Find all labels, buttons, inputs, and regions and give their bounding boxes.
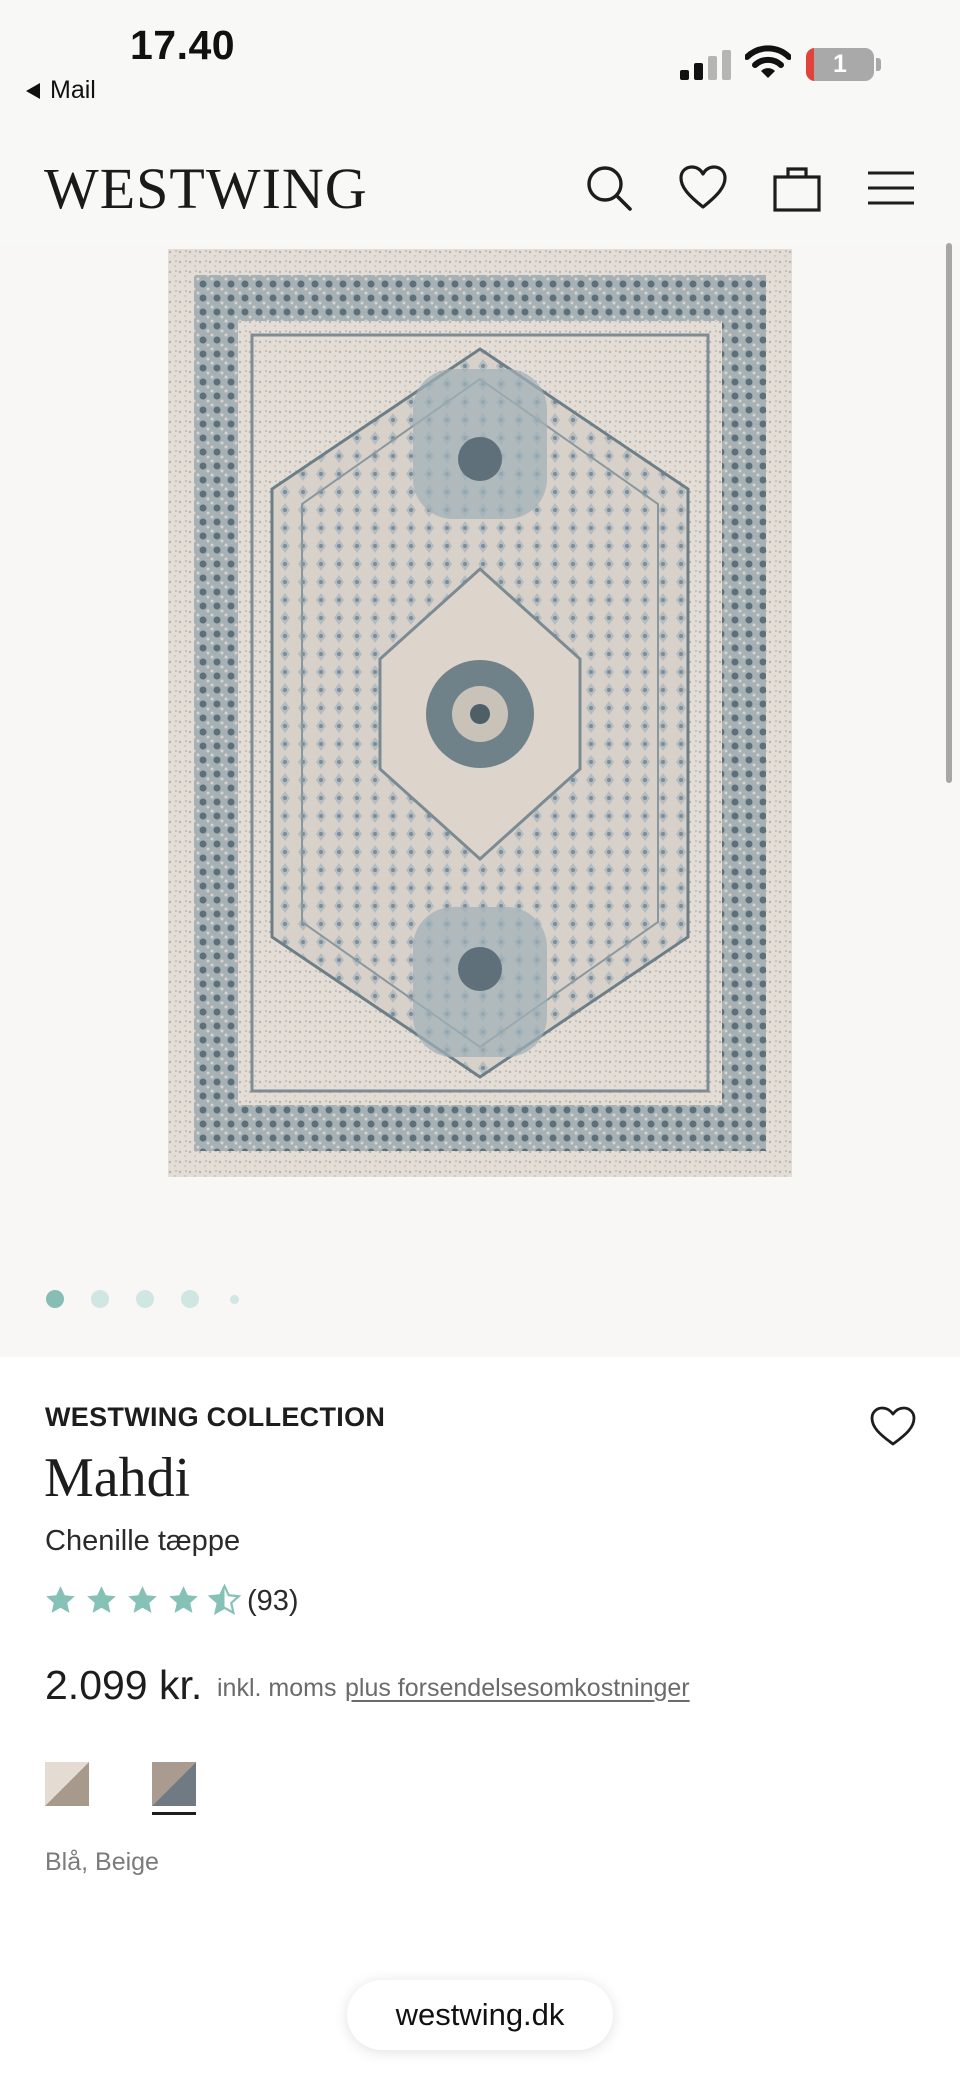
back-arrow-icon (26, 82, 40, 99)
add-to-wishlist-heart-icon[interactable] (868, 1404, 918, 1448)
star-full-icon (169, 1586, 198, 1613)
status-bar: 17.40 Mail 1 (0, 0, 960, 125)
product-image-gallery[interactable] (0, 245, 960, 1357)
review-count[interactable]: (93) (247, 1585, 299, 1618)
url-text: westwing.dk (395, 1997, 565, 2032)
wifi-icon (745, 45, 791, 78)
star-full-icon (87, 1586, 116, 1613)
status-time: 17.40 (130, 22, 236, 68)
star-half-icon (208, 1584, 241, 1616)
battery-icon: 1 (806, 48, 874, 81)
menu-icon[interactable] (866, 163, 916, 213)
product-subtitle: Chenille tæppe (45, 1525, 241, 1557)
carousel-dot-1[interactable] (46, 1290, 64, 1308)
back-label: Mail (50, 76, 96, 104)
battery-low-indicator (806, 48, 814, 81)
back-to-mail-button[interactable]: Mail (26, 76, 96, 105)
heart-icon[interactable] (678, 163, 728, 213)
site-header: WESTWING (0, 125, 960, 245)
product-brand[interactable]: WESTWING COLLECTION (45, 1402, 385, 1433)
selected-color-label: Blå, Beige (45, 1848, 159, 1876)
color-swatch-blue-beige[interactable] (152, 1762, 196, 1806)
carousel-dot-5[interactable] (230, 1295, 239, 1304)
rating-stars[interactable] (44, 1584, 241, 1617)
star-full-icon (46, 1586, 75, 1613)
shipping-costs-link[interactable]: plus forsendelsesomkostninger (345, 1674, 690, 1703)
color-swatch-beige[interactable] (45, 1762, 89, 1806)
selected-swatch-indicator (152, 1812, 196, 1815)
carousel-dot-4[interactable] (181, 1290, 199, 1308)
product-name: Mahdi (44, 1447, 191, 1509)
shopping-bag-icon[interactable] (772, 163, 822, 213)
search-icon[interactable] (584, 163, 634, 213)
carousel-dot-2[interactable] (91, 1290, 109, 1308)
gallery-scrollbar[interactable] (946, 243, 952, 783)
cellular-signal-icon (680, 50, 731, 80)
carousel-dot-3[interactable] (136, 1290, 154, 1308)
battery-level: 1 (833, 50, 847, 78)
westwing-logo[interactable]: WESTWING (44, 155, 368, 222)
rug-product-image (168, 249, 792, 1177)
battery-nub (876, 58, 881, 71)
tax-note: inkl. moms (217, 1674, 337, 1702)
star-full-icon (128, 1586, 157, 1613)
product-price: 2.099 kr. (45, 1662, 203, 1708)
browser-url-bar[interactable]: westwing.dk (347, 1980, 613, 2050)
